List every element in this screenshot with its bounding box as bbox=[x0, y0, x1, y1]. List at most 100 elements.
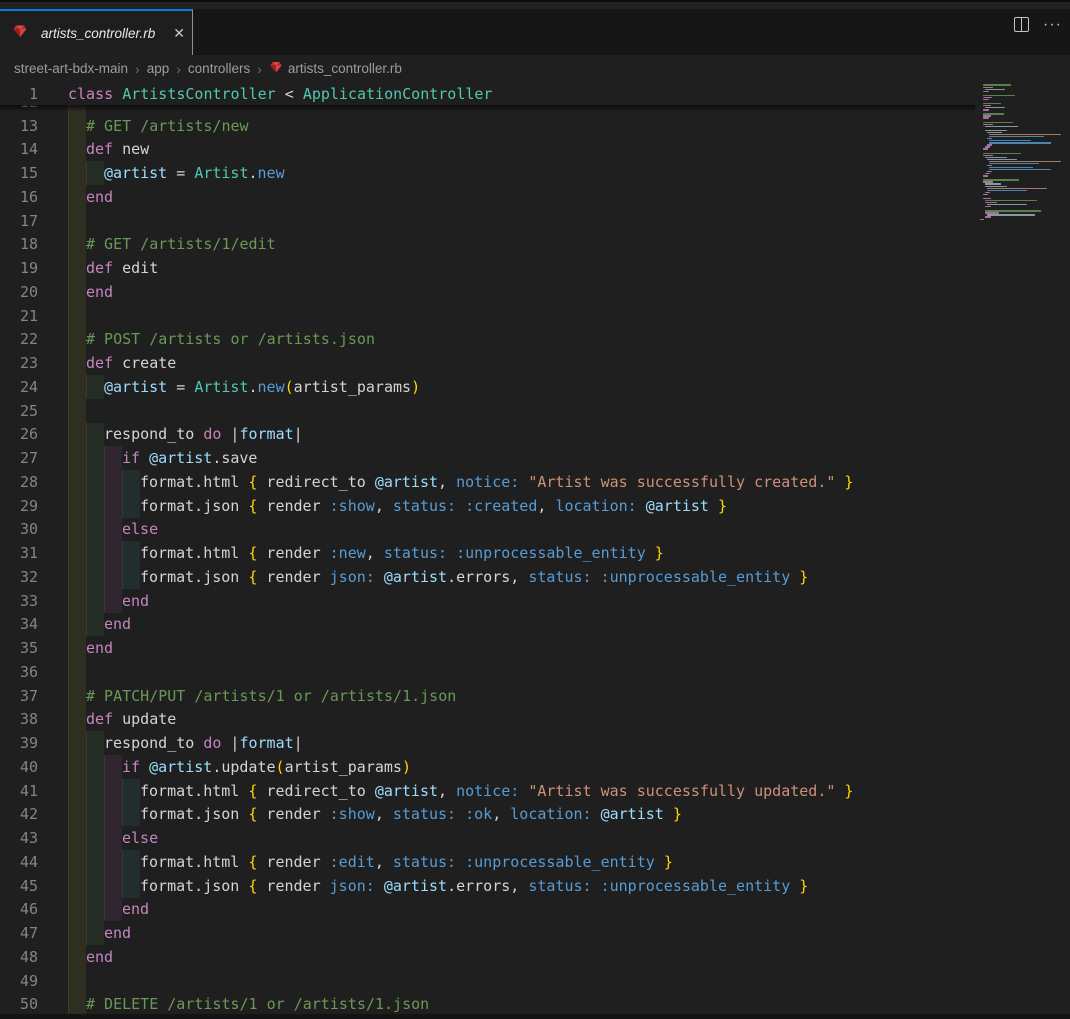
line-number[interactable]: 43 bbox=[0, 829, 38, 847]
code-text[interactable]: format.html { render :edit, status: :unp… bbox=[140, 853, 673, 871]
line-number[interactable]: 21 bbox=[0, 307, 38, 325]
code-text[interactable]: end bbox=[86, 188, 113, 206]
code-text[interactable]: if @artist.update(artist_params) bbox=[122, 758, 411, 776]
line-number[interactable]: 17 bbox=[0, 212, 38, 230]
line-number[interactable]: 23 bbox=[0, 354, 38, 372]
code-line[interactable]: 18 # GET /artists/1/edit bbox=[0, 233, 975, 257]
line-number[interactable]: 50 bbox=[0, 995, 38, 1013]
code-line[interactable]: 23 def create bbox=[0, 351, 975, 375]
breadcrumb-item-app[interactable]: app bbox=[147, 61, 170, 76]
code-line[interactable]: 20 end bbox=[0, 280, 975, 304]
code-line[interactable]: 19def edit bbox=[0, 256, 975, 280]
line-number[interactable]: 29 bbox=[0, 497, 38, 515]
line-number[interactable]: 19 bbox=[0, 259, 38, 277]
code-line[interactable]: 22# POST /artists or /artists.json bbox=[0, 328, 975, 352]
code-text[interactable]: def new bbox=[86, 140, 149, 158]
code-line[interactable]: 17 bbox=[0, 209, 975, 233]
code-text[interactable]: end bbox=[104, 924, 131, 942]
line-number[interactable]: 30 bbox=[0, 520, 38, 538]
sticky-code-text[interactable]: class ArtistsController < ApplicationCon… bbox=[68, 85, 492, 103]
code-line[interactable]: 30 else bbox=[0, 518, 975, 542]
code-text[interactable]: format.json { render json: @artist.error… bbox=[140, 877, 808, 895]
code-text[interactable]: end bbox=[122, 592, 149, 610]
code-text[interactable]: format.json { render json: @artist.error… bbox=[140, 568, 808, 586]
code-line[interactable]: 29 format.json { render :show, status: :c… bbox=[0, 494, 975, 518]
line-number[interactable]: 14 bbox=[0, 140, 38, 158]
line-number[interactable]: 46 bbox=[0, 900, 38, 918]
code-line[interactable]: 31format.html { render :new, status: :un… bbox=[0, 541, 975, 565]
line-number[interactable]: 13 bbox=[0, 117, 38, 135]
code-line[interactable]: 24 @artist = Artist.new(artist_params) bbox=[0, 375, 975, 399]
code-line[interactable]: 49 bbox=[0, 969, 975, 993]
line-number[interactable]: 25 bbox=[0, 402, 38, 420]
code-text[interactable]: end bbox=[86, 283, 113, 301]
line-number[interactable]: 27 bbox=[0, 449, 38, 467]
code-line[interactable]: 25 bbox=[0, 399, 975, 423]
line-number[interactable]: 16 bbox=[0, 188, 38, 206]
code-line[interactable]: 35end bbox=[0, 636, 975, 660]
code-line[interactable]: 44 format.html { render :edit, status: :u… bbox=[0, 850, 975, 874]
code-line[interactable]: 13# GET /artists/new bbox=[0, 114, 975, 138]
code-line[interactable]: 21 bbox=[0, 304, 975, 328]
code-text[interactable]: format.json { render :show, status: :cre… bbox=[140, 497, 727, 515]
code-line[interactable]: 33 end bbox=[0, 589, 975, 613]
code-text[interactable]: # DELETE /artists/1 or /artists/1.json bbox=[86, 995, 429, 1013]
code-line[interactable]: 45 format.json { render json: @artist.err… bbox=[0, 874, 975, 898]
code-line[interactable]: 41format.html { redirect_to @artist, not… bbox=[0, 779, 975, 803]
breadcrumb-item-file[interactable]: artists_controller.rb bbox=[288, 61, 402, 76]
line-number[interactable]: 48 bbox=[0, 948, 38, 966]
sticky-scroll-line[interactable]: 1 class ArtistsController < ApplicationCo… bbox=[0, 82, 975, 105]
code-line[interactable]: 26respond_to do |format| bbox=[0, 423, 975, 447]
code-text[interactable]: format.html { redirect_to @artist, notic… bbox=[140, 473, 853, 491]
code-text[interactable]: else bbox=[122, 829, 158, 847]
line-number[interactable]: 41 bbox=[0, 782, 38, 800]
tab-close-icon[interactable]: ✕ bbox=[169, 24, 189, 42]
code-line[interactable]: 34end bbox=[0, 613, 975, 637]
code-text[interactable]: respond_to do |format| bbox=[104, 425, 303, 443]
tab-artists-controller[interactable]: artists_controller.rb ✕ bbox=[0, 9, 193, 55]
line-number[interactable]: 40 bbox=[0, 758, 38, 776]
line-number[interactable]: 33 bbox=[0, 592, 38, 610]
code-text[interactable]: def update bbox=[86, 710, 176, 728]
minimap[interactable] bbox=[975, 82, 1070, 1019]
code-line[interactable]: 40 if @artist.update(artist_params) bbox=[0, 755, 975, 779]
code-line[interactable]: 38 def update bbox=[0, 708, 975, 732]
more-actions-icon[interactable]: ··· bbox=[1043, 20, 1062, 30]
code-line[interactable]: 32format.json { render json: @artist.err… bbox=[0, 565, 975, 589]
code-text[interactable]: @artist = Artist.new(artist_params) bbox=[104, 378, 420, 396]
breadcrumb-item-controllers[interactable]: controllers bbox=[188, 61, 250, 76]
code-line[interactable]: 50 # DELETE /artists/1 or /artists/1.json bbox=[0, 993, 975, 1017]
code-line[interactable]: 27if @artist.save bbox=[0, 446, 975, 470]
code-text[interactable]: respond_to do |format| bbox=[104, 734, 303, 752]
line-number[interactable]: 49 bbox=[0, 972, 38, 990]
code-editor[interactable]: 1213# GET /artists/new14def new15@artist… bbox=[0, 82, 1070, 1019]
line-number[interactable]: 45 bbox=[0, 877, 38, 895]
code-text[interactable]: else bbox=[122, 520, 158, 538]
code-line[interactable]: 47 end bbox=[0, 921, 975, 945]
code-line[interactable]: 15@artist = Artist.new bbox=[0, 161, 975, 185]
line-number[interactable]: 24 bbox=[0, 378, 38, 396]
line-number[interactable]: 35 bbox=[0, 639, 38, 657]
line-number[interactable]: 1 bbox=[0, 85, 38, 103]
line-number[interactable]: 42 bbox=[0, 805, 38, 823]
line-number[interactable]: 36 bbox=[0, 663, 38, 681]
code-text[interactable]: # GET /artists/1/edit bbox=[86, 235, 276, 253]
code-line[interactable]: 16 end bbox=[0, 185, 975, 209]
code-line[interactable]: 28format.html { redirect_to @artist, not… bbox=[0, 470, 975, 494]
line-number[interactable]: 22 bbox=[0, 330, 38, 348]
line-number[interactable]: 39 bbox=[0, 734, 38, 752]
code-line[interactable]: 46end bbox=[0, 898, 975, 922]
code-line[interactable]: 39 respond_to do |format| bbox=[0, 731, 975, 755]
code-line[interactable]: 36 bbox=[0, 660, 975, 684]
line-number[interactable]: 44 bbox=[0, 853, 38, 871]
line-number[interactable]: 47 bbox=[0, 924, 38, 942]
code-text[interactable]: end bbox=[104, 615, 131, 633]
line-number[interactable]: 38 bbox=[0, 710, 38, 728]
code-line[interactable]: 14 def new bbox=[0, 138, 975, 162]
line-number[interactable]: 20 bbox=[0, 283, 38, 301]
line-number[interactable]: 18 bbox=[0, 235, 38, 253]
split-editor-icon[interactable] bbox=[1014, 17, 1029, 32]
code-text[interactable]: format.json { render :show, status: :ok,… bbox=[140, 805, 682, 823]
code-text[interactable]: def create bbox=[86, 354, 176, 372]
line-number[interactable]: 15 bbox=[0, 164, 38, 182]
